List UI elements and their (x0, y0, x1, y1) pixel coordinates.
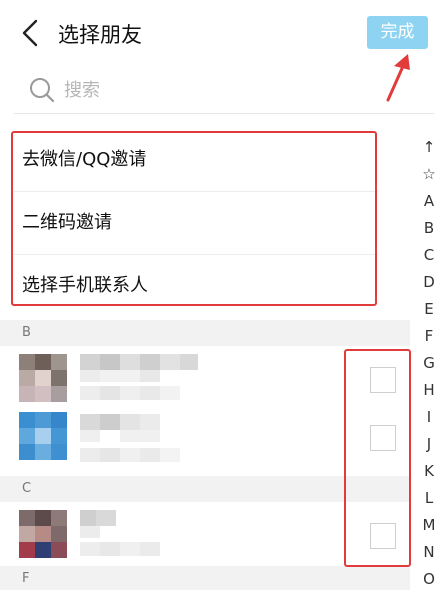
annotation-box-options (11, 131, 377, 306)
index-item[interactable]: E (415, 296, 443, 323)
done-button[interactable]: 完成 (367, 16, 428, 49)
index-item[interactable]: G (415, 350, 443, 377)
red-arrow-icon (386, 54, 410, 102)
page-title: 选择朋友 (58, 23, 142, 47)
index-item[interactable]: A (415, 188, 443, 215)
alphabet-index-bar[interactable]: ↑ ☆ A B C D E F G H I J K L M N O (415, 134, 443, 590)
section-header-b: B (0, 320, 410, 346)
index-item[interactable]: J (415, 431, 443, 458)
search-bar[interactable] (14, 68, 434, 114)
index-item[interactable]: H (415, 377, 443, 404)
search-icon (30, 78, 55, 103)
index-item[interactable]: ☆ (415, 161, 443, 188)
header-bar: 选择朋友 完成 (0, 0, 448, 64)
index-item[interactable]: F (415, 323, 443, 350)
index-item[interactable]: C (415, 242, 443, 269)
index-item[interactable]: B (415, 215, 443, 242)
avatar (19, 510, 67, 558)
index-item[interactable]: ↑ (415, 134, 443, 161)
index-item[interactable]: L (415, 485, 443, 512)
avatar (19, 412, 67, 460)
index-item[interactable]: I (415, 404, 443, 431)
annotation-box-checkboxes (344, 349, 411, 567)
index-item[interactable]: N (415, 539, 443, 566)
back-chevron-icon[interactable] (18, 18, 44, 48)
index-item[interactable]: M (415, 512, 443, 539)
index-item[interactable]: K (415, 458, 443, 485)
section-header-f: F (0, 566, 410, 590)
search-input[interactable] (64, 76, 394, 104)
index-item[interactable]: O (415, 566, 443, 590)
index-item[interactable]: D (415, 269, 443, 296)
avatar (19, 354, 67, 402)
